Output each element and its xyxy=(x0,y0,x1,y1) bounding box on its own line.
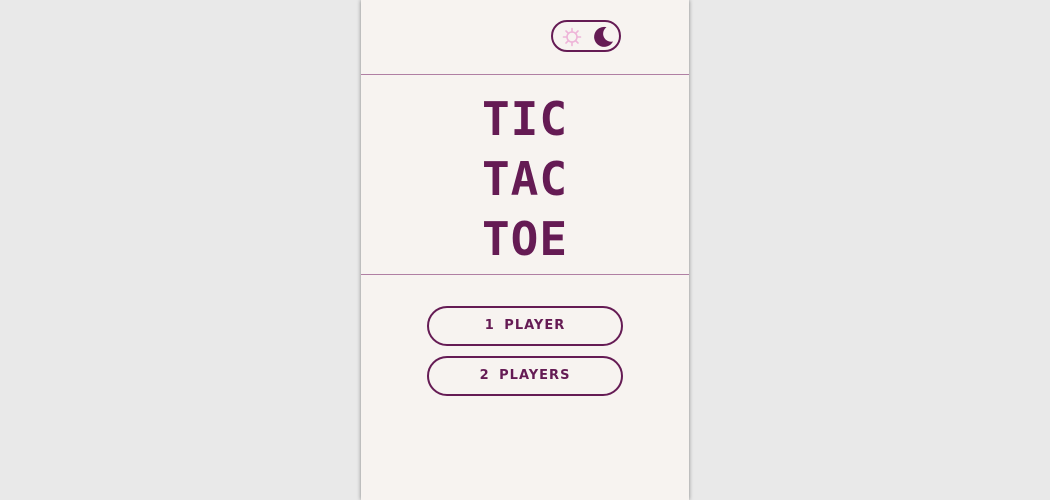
one-player-button[interactable]: 1 PLAYER xyxy=(427,306,623,346)
theme-toggle[interactable] xyxy=(551,20,621,52)
mode-menu: 1 PLAYER 2 PLAYERS xyxy=(427,306,623,406)
title-line-tac: TAC xyxy=(481,152,569,206)
app-container: TIC TAC TOE 1 PLAYER 2 PLAYERS xyxy=(361,0,689,500)
title-line-toe: TOE xyxy=(481,212,569,266)
sun-icon xyxy=(562,27,582,47)
moon-icon xyxy=(594,26,613,47)
header xyxy=(361,0,689,75)
title-area: TIC TAC TOE xyxy=(361,75,689,275)
title-line-tic: TIC xyxy=(481,92,569,146)
two-players-button[interactable]: 2 PLAYERS xyxy=(427,356,623,396)
game-title: TIC TAC TOE xyxy=(361,89,689,269)
